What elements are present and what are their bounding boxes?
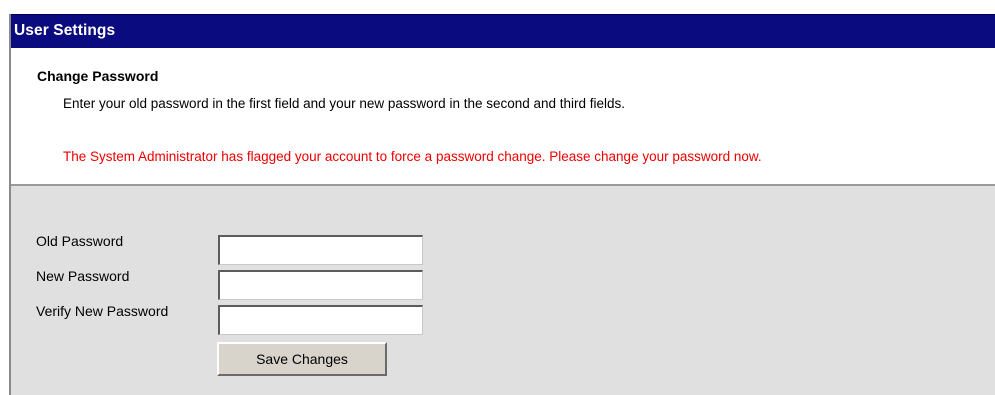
old-password-label: Old Password	[36, 233, 124, 249]
new-password-label: New Password	[36, 268, 130, 284]
verify-new-password-label: Verify New Password	[36, 303, 169, 319]
verify-new-password-field[interactable]	[218, 305, 423, 335]
password-form: Old Password New Password Verify New Pas…	[11, 186, 995, 395]
save-changes-button[interactable]: Save Changes	[217, 342, 387, 376]
change-password-section: Change Password Enter your old password …	[11, 48, 995, 184]
header-bar: User Settings	[11, 14, 995, 48]
new-password-field[interactable]	[218, 270, 423, 300]
instructions-text: Enter your old password in the first fie…	[63, 96, 626, 111]
section-title: Change Password	[37, 68, 159, 84]
user-settings-page: User Settings Change Password Enter your…	[0, 0, 995, 395]
page-title: User Settings	[14, 22, 116, 39]
forced-change-warning: The System Administrator has flagged you…	[63, 149, 762, 164]
old-password-field[interactable]	[218, 235, 423, 265]
